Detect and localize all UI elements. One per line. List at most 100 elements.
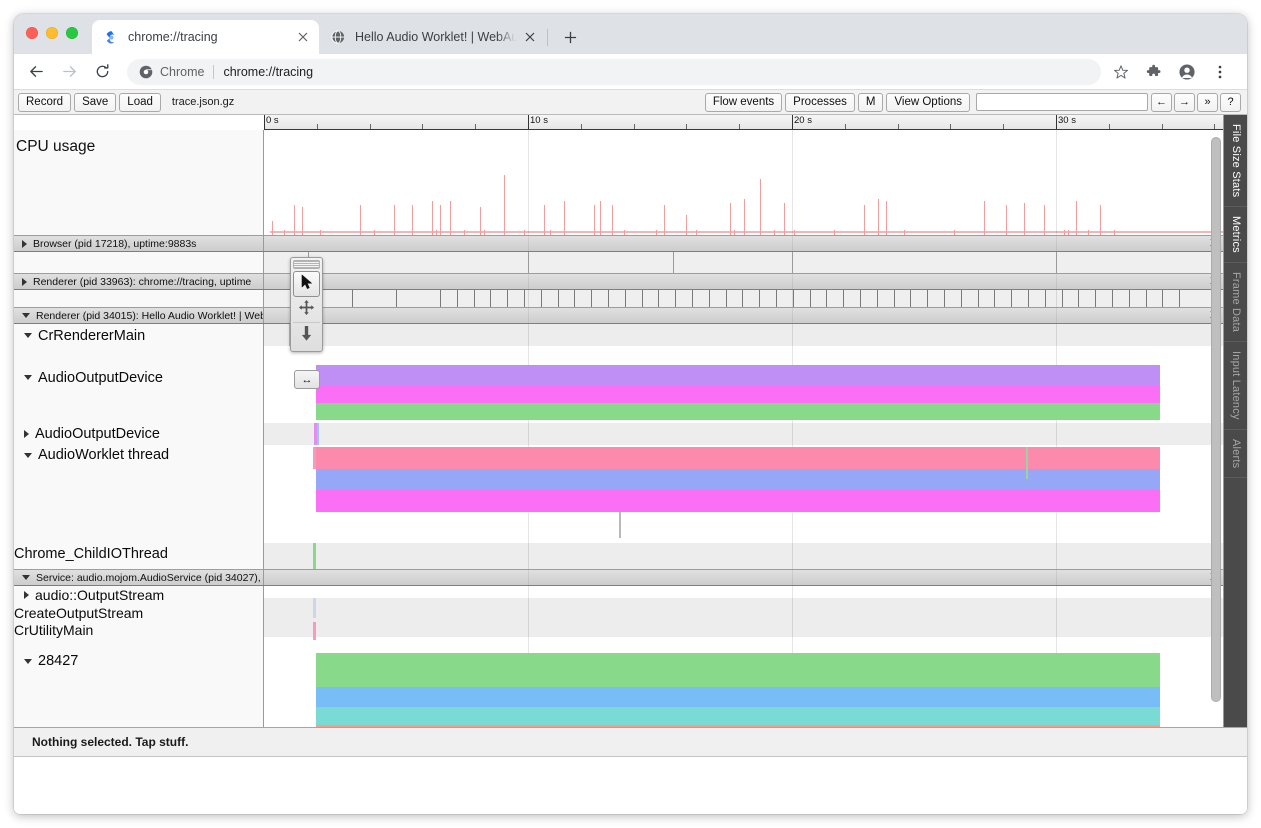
save-button[interactable]: Save <box>74 93 116 112</box>
search-next-button[interactable]: → <box>1174 93 1195 112</box>
trace-slice-marker[interactable] <box>313 543 316 569</box>
chevron-right-icon[interactable] <box>24 430 29 438</box>
process-header-label[interactable]: Renderer (pid 34015): Hello Audio Workle… <box>14 308 264 323</box>
thread-28427-track[interactable] <box>264 649 1223 727</box>
metrics-button[interactable]: M <box>858 93 884 112</box>
trace-slice-worklet-pink[interactable] <box>316 447 1160 469</box>
side-tab-input-latency[interactable]: Input Latency <box>1224 342 1247 430</box>
address-bar[interactable]: Chrome chrome://tracing <box>127 59 1101 85</box>
renderer-tracing-track[interactable] <box>264 290 1223 307</box>
audiooutputdevice-1-track[interactable] <box>264 363 1223 423</box>
thread-toggle-audiooutputdevice-1[interactable]: AudioOutputDevice <box>14 363 263 383</box>
profile-avatar-icon[interactable] <box>1173 58 1201 86</box>
audioworklet-track[interactable] <box>264 445 1223 543</box>
trace-slice-28427-salmon[interactable] <box>316 725 1160 727</box>
pan-tool-button[interactable] <box>293 297 320 323</box>
chevron-down-icon[interactable] <box>22 575 30 580</box>
thread-toggle-audiooutputdevice-2[interactable]: AudioOutputDevice <box>14 423 263 443</box>
cpu-usage-spike <box>730 203 731 235</box>
selection-tool-button[interactable] <box>293 271 320 297</box>
trace-slice-audio-purple[interactable] <box>316 365 1160 386</box>
chevron-right-icon[interactable] <box>22 240 27 248</box>
browser-summary-track[interactable] <box>264 252 1223 273</box>
trace-slice-audio-magenta[interactable] <box>316 386 1160 403</box>
tab-chrome-tracing[interactable]: chrome://tracing <box>92 20 319 54</box>
chevron-right-icon[interactable] <box>22 278 27 286</box>
ruler-label: 20 s <box>792 115 812 126</box>
audiooutputdevice-2-track[interactable] <box>264 423 1223 445</box>
horizontal-resize-handle[interactable]: ↔ <box>294 370 320 389</box>
side-tab-frame-data[interactable]: Frame Data <box>1224 263 1247 342</box>
search-input[interactable] <box>976 93 1148 111</box>
overflow-button[interactable]: » <box>1197 93 1218 112</box>
tab-hello-audio-worklet[interactable]: Hello Audio Worklet! | WebAud <box>319 20 546 54</box>
trace-slice-audio-green[interactable] <box>316 403 1160 420</box>
thread-toggle-crrenderermain[interactable]: CrRendererMain <box>14 324 263 344</box>
flow-events-button[interactable]: Flow events <box>705 93 782 112</box>
new-tab-button[interactable] <box>556 23 584 51</box>
trace-tracks-area[interactable]: 0 s10 s20 s30 s CPU usage <box>14 115 1223 727</box>
chevron-down-icon[interactable] <box>24 659 32 664</box>
trace-slice-marker[interactable] <box>317 423 319 445</box>
trace-slice-marker[interactable] <box>619 512 621 538</box>
process-header-audio-service[interactable]: Service: audio.mojom.AudioService (pid 3… <box>14 569 1223 586</box>
side-tab-alerts[interactable]: Alerts <box>1224 430 1247 478</box>
back-button[interactable] <box>22 58 50 86</box>
zoom-tool-button[interactable] <box>293 323 320 349</box>
chevron-down-icon[interactable] <box>24 333 32 338</box>
trace-slice-marker[interactable] <box>313 622 316 640</box>
row-label-chrome-childiothread: Chrome_ChildIOThread <box>14 543 264 569</box>
reload-button[interactable] <box>88 58 116 86</box>
extensions-puzzle-icon[interactable] <box>1140 58 1168 86</box>
chevron-right-icon[interactable] <box>24 591 29 599</box>
chevron-down-icon[interactable] <box>24 453 32 458</box>
help-button[interactable]: ? <box>1220 93 1241 112</box>
trace-slice-worklet-blue[interactable] <box>316 469 1160 490</box>
palette-drag-handle[interactable] <box>293 260 320 269</box>
thread-toggle-28427[interactable]: 28427 <box>14 649 263 669</box>
load-button[interactable]: Load <box>119 93 161 112</box>
bookmark-star-icon[interactable] <box>1107 58 1135 86</box>
process-header-label[interactable]: Renderer (pid 33963): chrome://tracing, … <box>14 274 264 289</box>
chevron-down-icon[interactable] <box>22 313 30 318</box>
minimize-window-button[interactable] <box>46 27 58 39</box>
processes-button[interactable]: Processes <box>785 93 855 112</box>
trace-slice-marker[interactable] <box>313 598 316 618</box>
process-header-renderer-tracing[interactable]: Renderer (pid 33963): chrome://tracing, … <box>14 273 1223 290</box>
timeline-ruler[interactable]: 0 s10 s20 s30 s <box>264 115 1223 130</box>
process-header-label[interactable]: Service: audio.mojom.AudioService (pid 3… <box>14 570 264 585</box>
close-icon[interactable] <box>295 29 311 45</box>
process-header-renderer-audioworklet[interactable]: Renderer (pid 34015): Hello Audio Workle… <box>14 307 1223 324</box>
tool-palette[interactable] <box>290 257 323 352</box>
thread-toggle-audio-outputstream[interactable]: audio::OutputStream <box>14 586 263 604</box>
trace-slice-worklet-magenta[interactable] <box>316 490 1160 512</box>
chevron-down-icon[interactable] <box>24 375 32 380</box>
trace-slice-marker[interactable] <box>1026 447 1028 479</box>
chrome-childiothread-track[interactable] <box>264 543 1223 569</box>
ruler-minor-tick <box>422 124 423 129</box>
forward-button[interactable] <box>55 58 83 86</box>
scrollbar-thumb[interactable] <box>1211 137 1221 702</box>
trace-slice-28427-teal[interactable] <box>316 707 1160 725</box>
record-button[interactable]: Record <box>18 93 71 112</box>
maximize-window-button[interactable] <box>66 27 78 39</box>
thread-label-chrome-childiothread[interactable]: Chrome_ChildIOThread <box>14 543 263 563</box>
cpu-usage-graph[interactable] <box>264 130 1223 235</box>
trace-slice-28427-green[interactable] <box>316 653 1160 687</box>
side-tab-metrics[interactable]: Metrics <box>1224 207 1247 263</box>
process-header-label[interactable]: Browser (pid 17218), uptime:9883s <box>14 236 264 251</box>
side-tab-file-size-stats[interactable]: File Size Stats <box>1224 115 1247 207</box>
close-window-button[interactable] <box>26 27 38 39</box>
track-event-tick <box>944 290 945 307</box>
process-header-browser[interactable]: Browser (pid 17218), uptime:9883s X <box>14 235 1223 252</box>
trace-slice-28427-skyblue[interactable] <box>316 687 1160 707</box>
thread-toggle-audioworklet[interactable]: AudioWorklet thread <box>14 445 263 465</box>
close-icon[interactable] <box>522 29 538 45</box>
timeline-gridline <box>1056 236 1057 251</box>
vertical-scrollbar[interactable] <box>1211 133 1221 721</box>
search-prev-button[interactable]: ← <box>1151 93 1172 112</box>
audio-outputstream-track[interactable] <box>264 586 1223 649</box>
crrenderermain-track[interactable] <box>264 324 1223 363</box>
view-options-button[interactable]: View Options <box>886 93 970 112</box>
chrome-menu-button[interactable] <box>1206 58 1234 86</box>
